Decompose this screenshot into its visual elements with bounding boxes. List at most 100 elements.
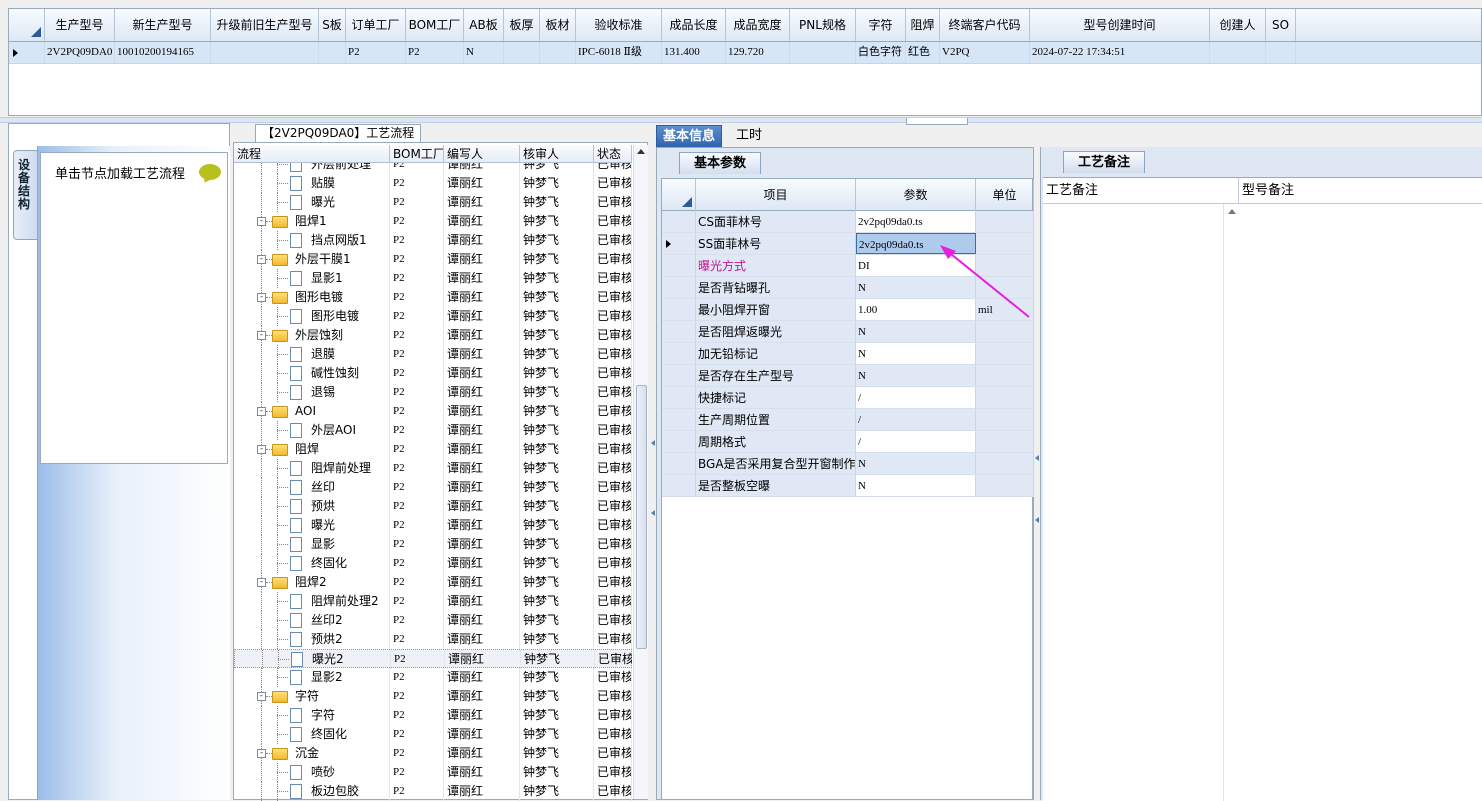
param-value[interactable]: / [856,387,976,408]
col-header-17[interactable]: 创建人 [1210,9,1266,41]
process-tree-body[interactable]: 外层前处理 P2 谭丽红 钟梦飞 已审核 贴膜 P2 谭丽红 钟梦飞 已审核 曝光 P2 谭丽红 钟梦飞已… [234,163,632,801]
collapse-left-icon[interactable] [1035,455,1039,461]
param-row[interactable]: 是否整板空曝 N [662,475,1034,497]
scroll-up-icon[interactable] [637,149,645,154]
param-row[interactable]: 周期格式 / [662,431,1034,453]
tree-col-header-2[interactable]: 编写人 [444,145,520,163]
tree-row[interactable]: 外层前处理 P2 谭丽红 钟梦飞 已审核 [234,163,632,174]
param-value[interactable]: N [856,365,976,386]
tab-process-remark[interactable]: 工艺备注 [1063,151,1146,173]
tab-equipment-structure[interactable]: 设备结构 [13,150,37,240]
cell-6[interactable]: N [464,42,504,63]
tree-row[interactable]: - 阻焊1 P2 谭丽红 钟梦飞 已审核 [234,212,632,231]
collapse-node-icon[interactable]: - [257,217,266,226]
tree-row[interactable]: 预烘 P2 谭丽红 钟梦飞 已审核 [234,497,632,516]
param-col-value[interactable]: 参数 [856,179,976,211]
param-row[interactable]: 快捷标记 / [662,387,1034,409]
cell-5[interactable]: P2 [406,42,464,63]
model-grid[interactable]: 生产型号 新生产型号 升级前旧生产型号 S板 订单工厂 BOM工厂 AB板 板厚 板材 验收标准成… [8,8,1482,116]
param-grid-corner[interactable] [662,179,696,211]
tree-scrollbar[interactable] [633,145,648,799]
grid-corner[interactable] [9,9,45,41]
cell-1[interactable]: 10010200194165 [115,42,211,63]
collapse-left-icon[interactable] [651,510,655,516]
cell-15[interactable]: V2PQ [940,42,1030,63]
tree-scroll-thumb[interactable] [636,385,647,649]
tree-row[interactable]: 板边包胶 P2 谭丽红 钟梦飞 已审核 [234,782,632,801]
param-row[interactable]: BGA是否采用复合型开窗制作 N [662,453,1034,475]
col-header-1[interactable]: 新生产型号 [115,9,211,41]
cell-17[interactable] [1210,42,1266,63]
collapse-node-icon[interactable]: - [257,407,266,416]
collapse-left-icon[interactable] [1035,517,1039,523]
col-header-9[interactable]: 验收标准 [576,9,662,41]
tree-row[interactable]: - 图形电镀 P2 谭丽红 钟梦飞 已审核 [234,288,632,307]
col-header-14[interactable]: 阻焊 [906,9,940,41]
collapse-node-icon[interactable]: - [257,445,266,454]
col-header-0[interactable]: 生产型号 [45,9,115,41]
col-header-2[interactable]: 升级前旧生产型号 [211,9,319,41]
cell-7[interactable] [504,42,540,63]
collapse-node-icon[interactable]: - [257,293,266,302]
param-row[interactable]: 是否存在生产型号 N [662,365,1034,387]
tree-col-header-1[interactable]: BOM工厂 [390,145,444,163]
cell-8[interactable] [540,42,576,63]
model-remark-textarea[interactable] [1239,204,1482,801]
remark-scrollbar[interactable] [1223,204,1239,801]
tab-work-hours[interactable]: 工时 [730,125,768,147]
param-value[interactable]: N [856,453,976,474]
tree-row[interactable]: 预烘2 P2 谭丽红 钟梦飞 已审核 [234,630,632,649]
param-row[interactable]: 加无铅标记 N [662,343,1034,365]
tree-row[interactable]: 阻焊前处理2 P2 谭丽红 钟梦飞 已审核 [234,592,632,611]
tree-row[interactable]: 图形电镀 P2 谭丽红 钟梦飞 已审核 [234,307,632,326]
col-header-11[interactable]: 成品宽度 [726,9,790,41]
collapse-node-icon[interactable]: - [257,749,266,758]
col-header-7[interactable]: 板厚 [504,9,540,41]
cell-0[interactable]: 2V2PQ09DA0 [45,42,115,63]
col-header-4[interactable]: 订单工厂 [346,9,406,41]
cell-9[interactable]: IPC-6018 Ⅱ级 [576,42,662,63]
tree-row[interactable]: - AOI P2 谭丽红 钟梦飞 已审核 [234,402,632,421]
tree-row[interactable]: 贴膜 P2 谭丽红 钟梦飞 已审核 [234,174,632,193]
cell-3[interactable] [319,42,346,63]
col-header-13[interactable]: 字符 [856,9,906,41]
tree-row[interactable]: 外层AOI P2 谭丽红 钟梦飞 已审核 [234,421,632,440]
tree-row[interactable]: 终固化 P2 谭丽红 钟梦飞 已审核 [234,554,632,573]
tree-row[interactable]: - 阻焊 P2 谭丽红 钟梦飞 已审核 [234,440,632,459]
cell-2[interactable] [211,42,319,63]
param-row[interactable]: 生产周期位置 / [662,409,1034,431]
cell-16[interactable]: 2024-07-22 17:34:51 [1030,42,1210,63]
col-header-6[interactable]: AB板 [464,9,504,41]
tree-row[interactable]: 显影 P2 谭丽红 钟梦飞 已审核 [234,535,632,554]
process-remark-textarea[interactable] [1043,204,1239,801]
param-col-item[interactable]: 项目 [696,179,856,211]
tree-row[interactable]: 挡点网版1 P2 谭丽红 钟梦飞 已审核 [234,231,632,250]
tree-row[interactable]: - 字符 P2 谭丽红 钟梦飞 已审核 [234,687,632,706]
tree-col-header-3[interactable]: 核审人 [520,145,594,163]
tree-row[interactable]: 显影1 P2 谭丽红 钟梦飞 已审核 [234,269,632,288]
collapse-left-icon[interactable] [651,440,655,446]
tree-row[interactable]: 退锡 P2 谭丽红 钟梦飞 已审核 [234,383,632,402]
tree-row[interactable]: - 外层蚀刻 P2 谭丽红 钟梦飞 已审核 [234,326,632,345]
tree-row[interactable]: 显影2 P2 谭丽红 钟梦飞 已审核 [234,668,632,687]
param-value[interactable]: N [856,475,976,496]
tree-row[interactable]: 喷砂 P2 谭丽红 钟梦飞 已审核 [234,763,632,782]
tree-row[interactable]: 碱性蚀刻 P2 谭丽红 钟梦飞 已审核 [234,364,632,383]
tree-col-header-0[interactable]: 流程 [234,145,390,163]
cell-4[interactable]: P2 [346,42,406,63]
param-value[interactable]: 2v2pq09da0.ts [856,211,976,232]
collapse-node-icon[interactable]: - [257,692,266,701]
param-row[interactable]: 是否阻焊返曝光 N [662,321,1034,343]
col-header-8[interactable]: 板材 [540,9,576,41]
cell-11[interactable]: 129.720 [726,42,790,63]
param-value[interactable]: / [856,409,976,430]
tree-row[interactable]: 阻焊前处理 P2 谭丽红 钟梦飞 已审核 [234,459,632,478]
tree-col-header-4[interactable]: 状态 [594,145,632,163]
model-grid-row[interactable]: 2V2PQ09DA0 10010200194165 P2 P2 N IPC-6018 Ⅱ级… [9,42,1481,64]
tree-row[interactable]: 退膜 P2 谭丽红 钟梦飞 已审核 [234,345,632,364]
cell-14[interactable]: 红色 [906,42,940,63]
param-col-unit[interactable]: 单位 [976,179,1034,211]
collapse-node-icon[interactable]: - [257,578,266,587]
process-flow-tree[interactable]: 流程 BOM工厂 编写人 核审人 状态 外层前处理 P2 谭丽红 钟梦飞 已审核 贴膜 P2 谭丽红钟… [233,142,648,801]
param-value[interactable]: N [856,321,976,342]
